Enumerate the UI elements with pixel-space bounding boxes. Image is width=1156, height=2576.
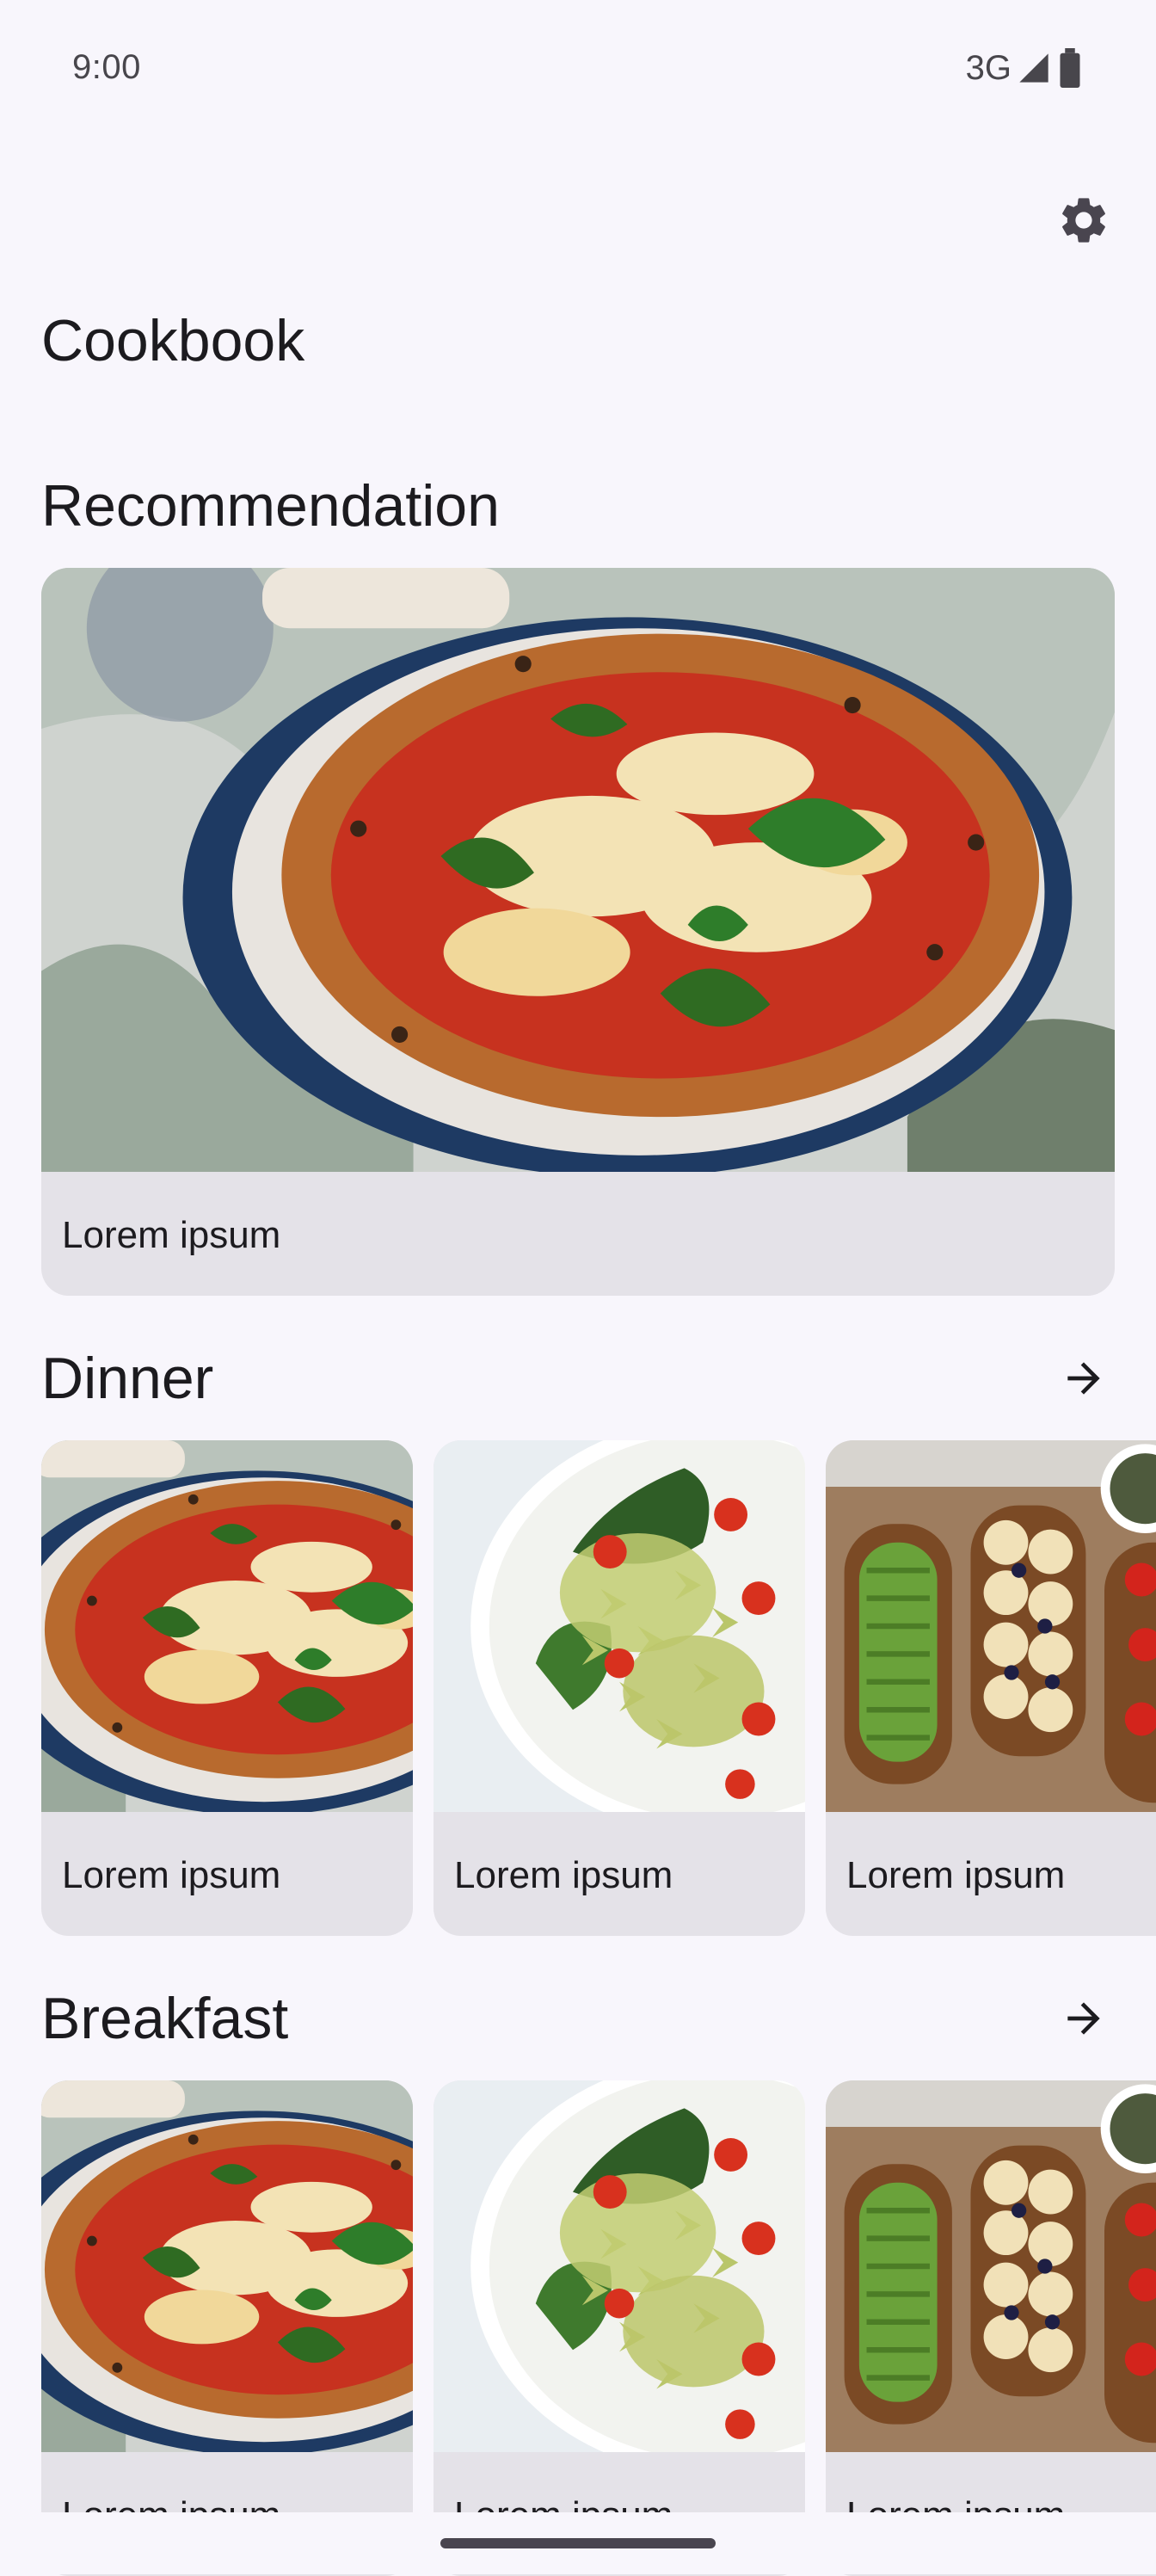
recipe-image <box>434 2080 805 2452</box>
battery-icon <box>1060 48 1080 88</box>
recipe-image <box>826 1440 1156 1812</box>
dinner-title: Dinner <box>41 1346 214 1411</box>
gear-icon <box>1062 198 1105 243</box>
dinner-card[interactable]: Lorem ipsum <box>434 1440 805 1936</box>
recipe-caption: Lorem ipsum <box>62 1214 281 1256</box>
settings-button[interactable] <box>1048 184 1120 256</box>
status-indicators: 3G <box>966 48 1084 88</box>
recipe-image <box>41 568 1115 1172</box>
signal-icon <box>1019 53 1048 83</box>
status-bar: 9:00 3G <box>0 0 1156 134</box>
home-indicator[interactable] <box>440 2538 716 2548</box>
app-title: Cookbook <box>41 308 305 373</box>
recommendation-title: Recommendation <box>41 473 500 539</box>
recipe-image <box>826 2080 1156 2452</box>
breakfast-title: Breakfast <box>41 1986 289 2051</box>
recipe-image <box>41 2080 413 2452</box>
breakfast-see-all-button[interactable] <box>1048 1982 1120 2055</box>
recipe-caption: Lorem ipsum <box>846 1854 1066 1896</box>
recipe-caption: Lorem ipsum <box>454 1854 673 1896</box>
arrow-right-icon <box>1067 1362 1100 1395</box>
dinner-see-all-button[interactable] <box>1048 1342 1120 1414</box>
breakfast-card[interactable]: Lorem ipsum <box>826 2080 1156 2576</box>
recipe-caption: Lorem ipsum <box>62 1854 281 1896</box>
breakfast-card[interactable]: Lorem ipsum <box>41 2080 413 2576</box>
dinner-card[interactable]: Lorem ipsum <box>826 1440 1156 1936</box>
network-type: 3G <box>965 48 1012 87</box>
dinner-card[interactable]: Lorem ipsum <box>41 1440 413 1936</box>
recommendation-card[interactable]: Lorem ipsum <box>41 568 1115 1296</box>
breakfast-card[interactable]: Lorem ipsum <box>434 2080 805 2576</box>
recipe-image <box>41 1440 413 1812</box>
recipe-image <box>434 1440 805 1812</box>
status-time: 9:00 <box>72 48 141 86</box>
arrow-right-icon <box>1067 2002 1100 2035</box>
